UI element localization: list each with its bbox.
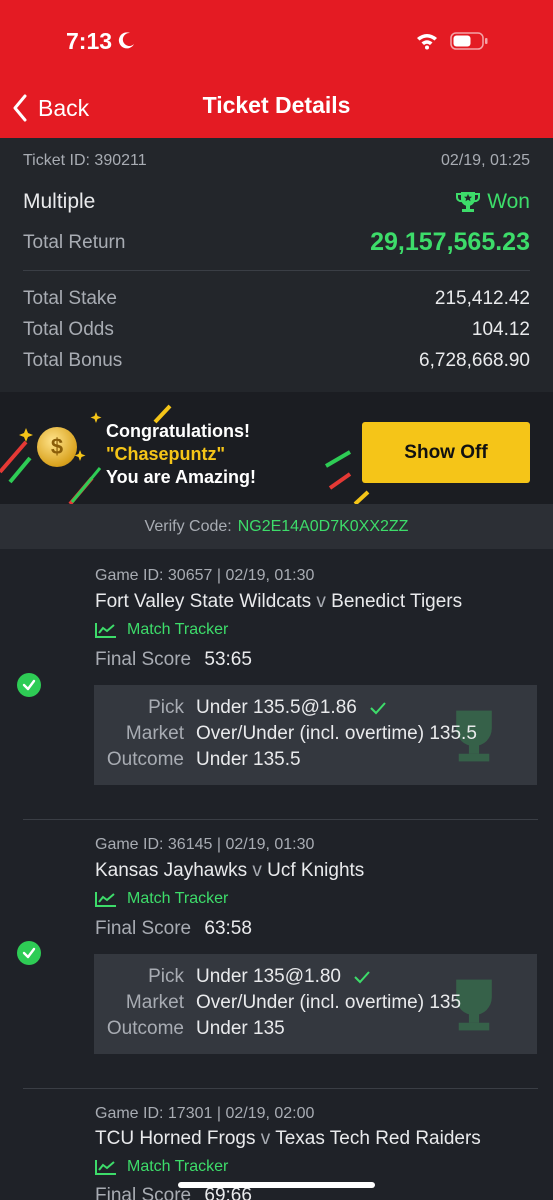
pick-details-box: Pick Under 135@1.80 Market Over/Under (i… (94, 954, 537, 1054)
total-return-label: Total Return (23, 231, 126, 253)
status-text: Won (487, 190, 530, 213)
total-odds-value: 104.12 (471, 319, 530, 340)
home-team: TCU Horned Frogs (95, 1128, 256, 1149)
match-tracker-label: Match Tracker (127, 621, 229, 638)
total-stake-label: Total Stake (23, 288, 117, 309)
verify-code-bar: Verify Code: NG2E14A0D7K0XX2ZZ (0, 504, 553, 549)
trophy-icon (456, 192, 481, 212)
battery-icon (450, 32, 488, 50)
outcome-value: Under 135.5 (196, 749, 301, 770)
match-teams: TCU Horned Frogs v Texas Tech Red Raider… (95, 1128, 481, 1150)
market-value: Over/Under (incl. overtime) 135 (196, 992, 462, 1013)
final-score: Final Score 53:65 (95, 649, 252, 671)
header-bar: 7:13 Back Ticket Details (0, 0, 553, 138)
pick-label: Pick (148, 966, 184, 987)
game-id: Game ID: 30657 | 02/19, 01:30 (95, 567, 315, 584)
show-off-button[interactable]: Show Off (362, 422, 530, 483)
pick-value: Under 135@1.80 (196, 966, 341, 987)
check-circle-icon (17, 941, 41, 965)
total-odds-label: Total Odds (23, 319, 114, 340)
away-team: Texas Tech Red Raiders (275, 1128, 481, 1149)
match-tracker-link[interactable]: Match Tracker (95, 621, 228, 639)
vs-label: v (260, 1128, 271, 1149)
pick-value: Under 135.5@1.86 (196, 697, 357, 718)
game-id: Game ID: 36145 | 02/19, 01:30 (95, 836, 315, 853)
outcome-row: Outcome Under 135 (94, 1018, 285, 1040)
away-team: Benedict Tigers (331, 591, 463, 612)
chart-line-icon (95, 892, 116, 907)
ticket-id: Ticket ID: 390211 (23, 152, 147, 169)
game-id: Game ID: 17301 | 02/19, 02:00 (95, 1105, 315, 1122)
final-score-label: Final Score (95, 649, 192, 670)
market-row: Market Over/Under (incl. overtime) 135 (94, 992, 461, 1014)
chart-line-icon (95, 1160, 116, 1175)
total-odds-row: Total Odds 104.12 (23, 319, 530, 341)
checkmark-icon (370, 702, 386, 715)
final-score-label: Final Score (95, 1185, 192, 1200)
market-value: Over/Under (incl. overtime) 135.5 (196, 723, 477, 744)
market-row: Market Over/Under (incl. overtime) 135.5 (94, 723, 477, 745)
total-return-row: Total Return 29,157,565.23 (23, 228, 530, 257)
final-score: Final Score 63:58 (95, 918, 252, 940)
pick-details-box: Pick Under 135.5@1.86 Market Over/Under … (94, 685, 537, 785)
coin-icon: $ (37, 427, 77, 467)
pick-row: Pick Under 135@1.80 (94, 966, 371, 988)
selection-item: Game ID: 36145 | 02/19, 01:30 Kansas Jay… (0, 819, 553, 1089)
congrats-username: "Chasepuntz" (106, 444, 226, 464)
outcome-row: Outcome Under 135.5 (94, 749, 301, 771)
status-time: 7:13 (66, 28, 113, 54)
ticket-type: Multiple (23, 190, 96, 213)
wifi-icon (417, 34, 437, 50)
ticket-datetime: 02/19, 01:25 (441, 152, 530, 169)
selection-item: Game ID: 30657 | 02/19, 01:30 Fort Valle… (0, 549, 553, 819)
summary-divider (23, 270, 530, 271)
final-score-label: Final Score (95, 918, 192, 939)
final-score-value: 63:58 (204, 918, 252, 939)
outcome-value: Under 135 (196, 1018, 285, 1039)
status-badge: Won (455, 190, 530, 214)
page-title: Ticket Details (202, 92, 351, 118)
match-teams: Kansas Jayhawks v Ucf Knights (95, 860, 364, 882)
match-teams: Fort Valley State Wildcats v Benedict Ti… (95, 591, 462, 613)
total-bonus-row: Total Bonus 6,728,668.90 (23, 350, 530, 372)
match-tracker-label: Match Tracker (127, 890, 229, 907)
congrats-banner: $ Congratulations! "Chasepuntz" You are … (0, 392, 553, 504)
match-tracker-link[interactable]: Match Tracker (95, 1158, 228, 1176)
market-label: Market (125, 992, 184, 1013)
vs-label: v (316, 591, 326, 612)
total-return-value: 29,157,565.23 (370, 228, 530, 256)
outcome-label: Outcome (106, 749, 184, 770)
total-bonus-label: Total Bonus (23, 350, 123, 371)
match-tracker-label: Match Tracker (127, 1158, 229, 1175)
checkmark-icon (354, 971, 370, 984)
final-score-value: 53:65 (204, 649, 252, 670)
total-bonus-value: 6,728,668.90 (419, 350, 530, 371)
chart-line-icon (95, 623, 116, 638)
congrats-line: Congratulations! (106, 421, 250, 441)
check-circle-icon (17, 673, 41, 697)
verify-code[interactable]: NG2E14A0D7K0XX2ZZ (238, 518, 409, 536)
home-indicator[interactable] (178, 1182, 375, 1188)
verify-label: Verify Code: (144, 517, 232, 535)
outcome-label: Outcome (106, 1018, 184, 1039)
ticket-summary: Ticket ID: 390211 02/19, 01:25 Multiple … (0, 138, 553, 392)
market-label: Market (125, 723, 184, 744)
total-stake-value: 215,412.42 (434, 288, 530, 309)
total-stake-row: Total Stake 215,412.42 (23, 288, 530, 310)
ticket-id-row: Ticket ID: 390211 02/19, 01:25 (23, 152, 530, 170)
match-tracker-link[interactable]: Match Tracker (95, 890, 228, 908)
pick-label: Pick (148, 697, 184, 718)
congrats-amazing: You are Amazing! (106, 467, 257, 487)
ticket-type-row: Multiple Won (23, 190, 530, 214)
vs-label: v (252, 860, 262, 881)
moon-icon (118, 32, 134, 49)
pick-row: Pick Under 135.5@1.86 (94, 697, 387, 719)
home-team: Kansas Jayhawks (95, 860, 248, 881)
away-team: Ucf Knights (267, 860, 365, 881)
congrats-text: Congratulations! "Chasepuntz" You are Am… (106, 420, 256, 489)
home-team: Fort Valley State Wildcats (95, 591, 312, 612)
